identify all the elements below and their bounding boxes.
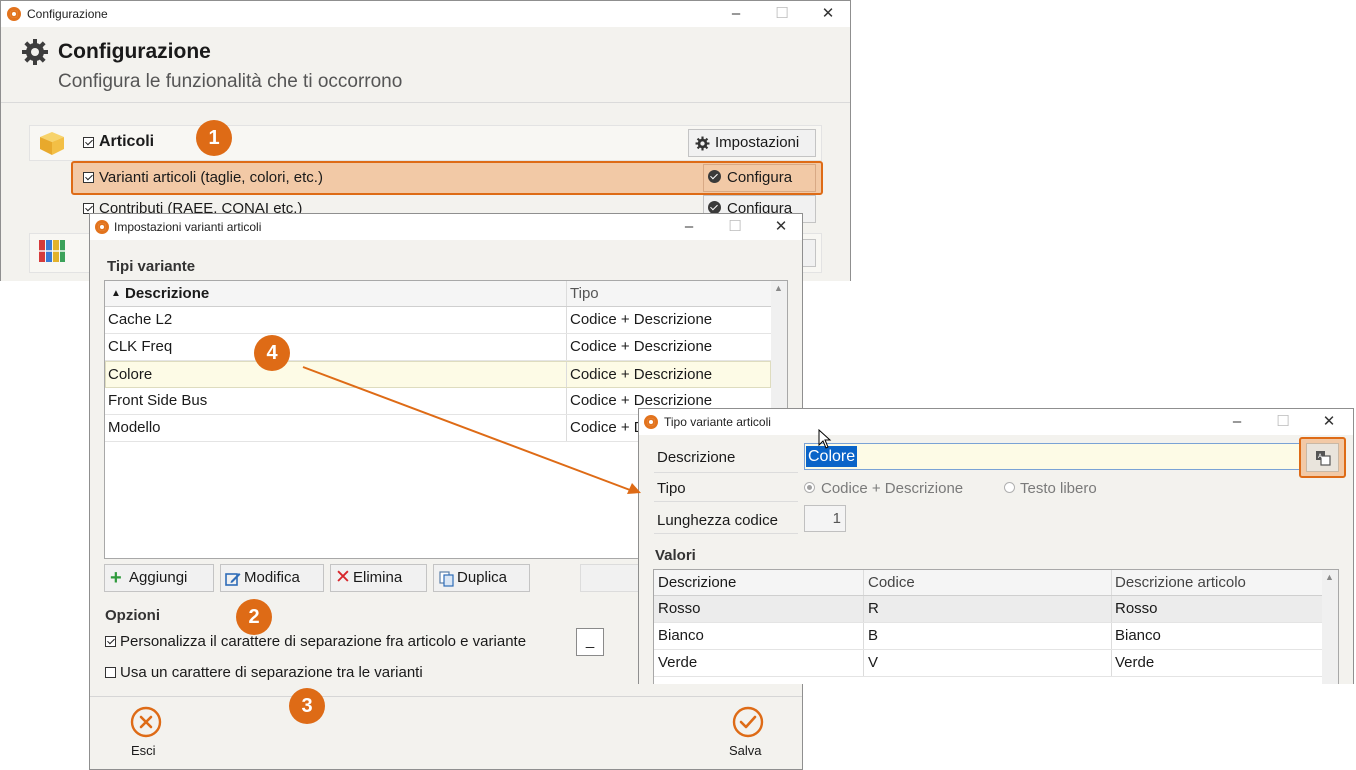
step-badge-4: 4 — [254, 335, 290, 371]
step-badge-1: 1 — [196, 120, 232, 156]
step-badge-3: 3 — [289, 688, 325, 724]
step-badge-2: 2 — [236, 599, 272, 635]
annotation-arrow — [302, 366, 641, 494]
